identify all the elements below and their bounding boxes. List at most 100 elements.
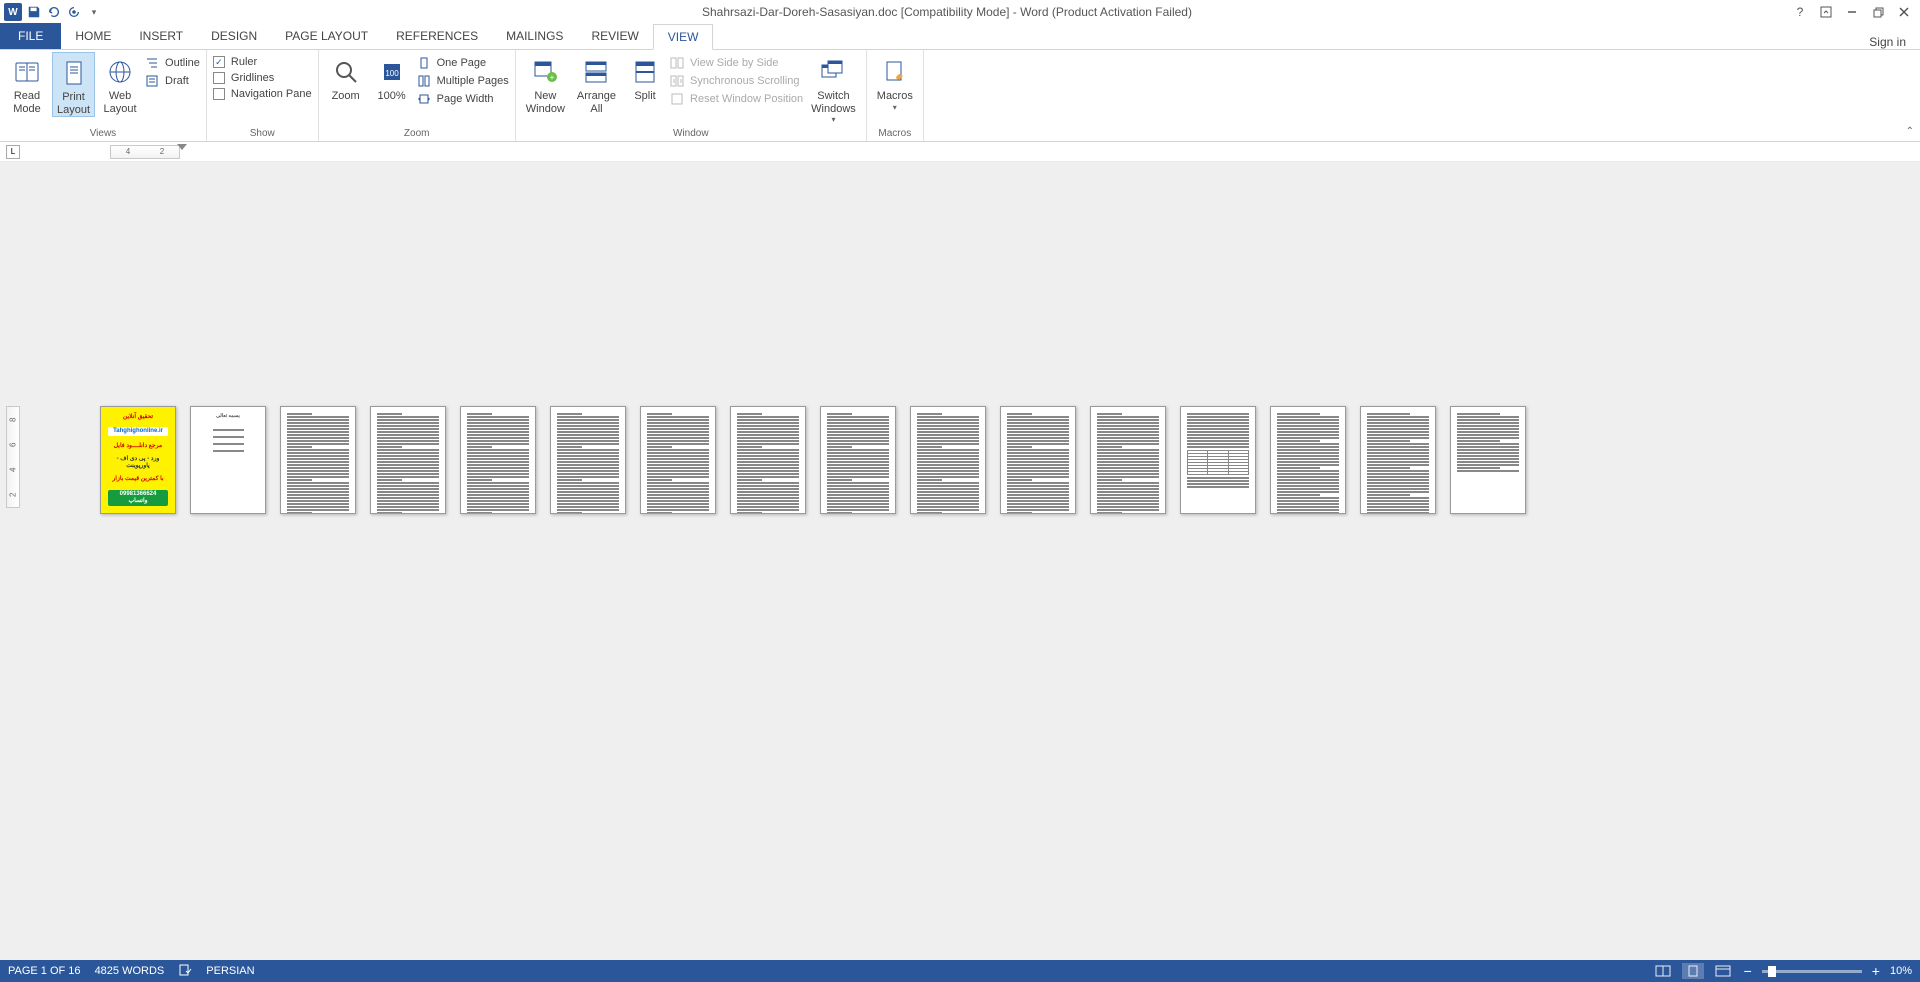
page-thumbnail[interactable] [550,406,626,514]
read-mode-view-icon[interactable] [1652,963,1674,979]
page-thumbnail[interactable] [730,406,806,514]
tab-view[interactable]: VIEW [653,24,714,50]
zoom-slider[interactable] [1762,970,1862,973]
multiple-pages-button[interactable]: Multiple Pages [417,74,509,88]
tab-review[interactable]: REVIEW [577,23,652,49]
title-bar: W ▾ Shahrsazi-Dar-Doreh-Sasasiyan.doc [C… [0,0,1920,24]
ruler-mark: 4 [9,467,18,471]
collapse-ribbon-icon[interactable]: ⌃ [1906,126,1914,137]
group-show-label: Show [213,126,312,141]
group-window: + New Window Arrange All Split View Side… [516,50,867,141]
page-width-icon [417,92,431,106]
word-count[interactable]: 4825 WORDS [95,965,165,977]
multiple-pages-icon [417,74,431,88]
group-macros: Macros ▾ Macros [867,50,924,141]
zoom-button[interactable]: Zoom [325,52,367,103]
language-indicator[interactable]: PERSIAN [206,965,254,977]
outline-icon [145,56,159,70]
read-mode-button[interactable]: Read Mode [6,52,48,115]
reset-window-position-button: Reset Window Position [670,92,803,106]
group-macros-label: Macros [873,126,917,141]
web-layout-view-icon[interactable] [1712,963,1734,979]
cover-line: ورد - پی دی اف - پاورپوینت [108,456,167,470]
redo-icon[interactable] [66,4,82,20]
page-thumbnail[interactable]: بسمه تعالی [190,406,266,514]
zoom-100-button[interactable]: 100 100% [371,52,413,103]
zoom-in-button[interactable]: + [1870,964,1882,978]
ruler-mark: 8 [9,417,18,421]
reset-pos-icon [670,92,684,106]
ribbon-tabs: FILE HOME INSERT DESIGN PAGE LAYOUT REFE… [0,24,1920,50]
page-thumbnail[interactable] [1450,406,1526,514]
outline-button[interactable]: Outline [145,56,200,70]
arrange-all-icon [580,56,612,88]
page-count[interactable]: PAGE 1 OF 16 [8,965,81,977]
group-views-label: Views [6,126,200,141]
tab-references[interactable]: REFERENCES [382,23,492,49]
page-thumbnail[interactable] [1000,406,1076,514]
horizontal-ruler[interactable]: 4 2 [110,145,180,159]
tab-file[interactable]: FILE [0,23,61,49]
zoom-level[interactable]: 10% [1890,965,1912,977]
sign-in-link[interactable]: Sign in [1869,35,1920,49]
word-app-icon: W [4,3,22,21]
zoom-slider-knob[interactable] [1768,966,1776,977]
vertical-ruler[interactable]: 2 4 6 8 [6,406,20,508]
switch-windows-label: Switch Windows [811,90,856,115]
split-icon [629,56,661,88]
page-thumbnail-cover[interactable]: تحقیق آنلاینTahghighonline.irمرجع دانلــ… [100,406,176,514]
undo-icon[interactable] [46,4,62,20]
close-icon[interactable] [1896,4,1912,20]
web-layout-label: Web Layout [104,90,137,115]
help-icon[interactable]: ? [1792,4,1808,20]
page-thumbnail[interactable] [280,406,356,514]
tab-home[interactable]: HOME [61,23,125,49]
minimize-icon[interactable] [1844,4,1860,20]
save-icon[interactable] [26,4,42,20]
gridlines-label: Gridlines [231,72,274,84]
page-width-label: Page Width [437,93,494,105]
page-thumbnail[interactable] [1090,406,1166,514]
window-title: Shahrsazi-Dar-Doreh-Sasasiyan.doc [Compa… [102,5,1792,19]
one-page-button[interactable]: One Page [417,56,509,70]
page-thumbnail[interactable] [370,406,446,514]
split-label: Split [634,90,655,103]
print-layout-view-icon[interactable] [1682,963,1704,979]
tab-design[interactable]: DESIGN [197,23,271,49]
zoom-label: Zoom [332,90,360,103]
horizontal-ruler-area: L 4 2 [0,142,1920,162]
page-width-button[interactable]: Page Width [417,92,509,106]
tab-page-layout[interactable]: PAGE LAYOUT [271,23,382,49]
customize-qat-icon[interactable]: ▾ [86,4,102,20]
print-layout-button[interactable]: Print Layout [52,52,95,117]
new-window-button[interactable]: + New Window [522,52,569,115]
gridlines-checkbox[interactable]: Gridlines [213,72,312,84]
page-thumbnail[interactable] [820,406,896,514]
document-area[interactable]: 2 4 6 8 تحقیق آنلاینTahghighonline.irمرج… [0,162,1920,960]
page-thumbnail[interactable] [1180,406,1256,514]
page-thumbnail[interactable] [460,406,536,514]
tab-mailings[interactable]: MAILINGS [492,23,577,49]
view-side-by-side-button: View Side by Side [670,56,803,70]
zoom-out-button[interactable]: − [1742,964,1754,978]
page-thumbnail[interactable] [1360,406,1436,514]
web-layout-button[interactable]: Web Layout [99,52,141,115]
page-thumbnail[interactable] [640,406,716,514]
ribbon-display-options-icon[interactable] [1818,4,1834,20]
page-thumbnail[interactable] [910,406,986,514]
draft-button[interactable]: Draft [145,74,200,88]
ruler-checkbox[interactable]: ✓Ruler [213,56,312,68]
cover-line: Tahghighonline.ir [108,427,167,436]
switch-windows-button[interactable]: Switch Windows ▾ [807,52,860,124]
navigation-pane-checkbox[interactable]: Navigation Pane [213,88,312,100]
proofing-icon[interactable] [178,963,192,980]
tab-selector[interactable]: L [6,145,20,159]
tab-insert[interactable]: INSERT [125,23,197,49]
cover-line: 09981366624 واتساپ [108,490,167,506]
macros-button[interactable]: Macros ▾ [873,52,917,112]
split-button[interactable]: Split [624,52,666,103]
navigation-pane-label: Navigation Pane [231,88,312,100]
page-thumbnail[interactable] [1270,406,1346,514]
restore-icon[interactable] [1870,4,1886,20]
arrange-all-button[interactable]: Arrange All [573,52,620,115]
